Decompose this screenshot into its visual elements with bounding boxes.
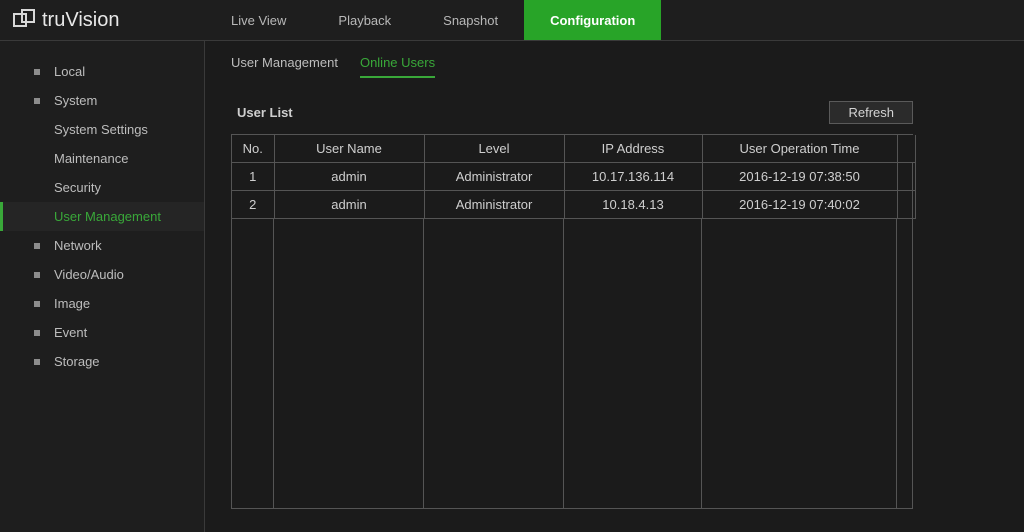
cell-no: 2 <box>232 191 274 219</box>
col-header-extra <box>897 135 915 163</box>
sidebar-item-network[interactable]: Network <box>0 231 204 260</box>
square-bullet-icon <box>34 359 40 365</box>
sidebar-item-system-settings[interactable]: System Settings <box>0 115 204 144</box>
subtab-user-management[interactable]: User Management <box>231 55 338 76</box>
sidebar-label: Storage <box>54 354 100 369</box>
tab-live-view[interactable]: Live View <box>205 0 312 40</box>
brand-logo: truVision <box>0 0 205 40</box>
tab-configuration[interactable]: Configuration <box>524 0 661 40</box>
square-bullet-icon <box>34 301 40 307</box>
cell-no: 1 <box>232 163 274 191</box>
table-row[interactable]: 1 admin Administrator 10.17.136.114 2016… <box>232 163 915 191</box>
refresh-button[interactable]: Refresh <box>829 101 913 124</box>
sidebar-label: System <box>54 93 97 108</box>
sidebar-item-system[interactable]: System <box>0 86 204 115</box>
cell-optime: 2016-12-19 07:40:02 <box>702 191 897 219</box>
col-header-optime: User Operation Time <box>702 135 897 163</box>
sidebar-item-event[interactable]: Event <box>0 318 204 347</box>
cell-username: admin <box>274 191 424 219</box>
cell-level: Administrator <box>424 191 564 219</box>
sidebar-item-security[interactable]: Security <box>0 173 204 202</box>
main-panel: User Management Online Users User List R… <box>205 41 1024 532</box>
col-header-no: No. <box>232 135 274 163</box>
square-bullet-icon <box>34 330 40 336</box>
top-nav: Live View Playback Snapshot Configuratio… <box>205 0 661 40</box>
col-header-ip: IP Address <box>564 135 702 163</box>
top-bar: truVision Live View Playback Snapshot Co… <box>0 0 1024 41</box>
square-bullet-icon <box>34 69 40 75</box>
sidebar-label: Event <box>54 325 87 340</box>
cell-ip: 10.17.136.114 <box>564 163 702 191</box>
sidebar: Local System System Settings Maintenance… <box>0 41 205 532</box>
subtab-online-users[interactable]: Online Users <box>360 55 435 78</box>
col-header-username: User Name <box>274 135 424 163</box>
cell-extra <box>897 191 915 219</box>
cell-extra <box>897 163 915 191</box>
sidebar-item-user-management[interactable]: User Management <box>0 202 204 231</box>
table-empty-space <box>232 219 912 508</box>
table-row[interactable]: 2 admin Administrator 10.18.4.13 2016-12… <box>232 191 915 219</box>
user-list-table: No. User Name Level IP Address User Oper… <box>231 134 913 509</box>
cell-optime: 2016-12-19 07:38:50 <box>702 163 897 191</box>
cell-username: admin <box>274 163 424 191</box>
sidebar-label: Image <box>54 296 90 311</box>
panel-title: User List <box>237 105 293 120</box>
brand-name: truVision <box>42 9 119 32</box>
sidebar-label: Local <box>54 64 85 79</box>
brand-icon <box>12 8 36 32</box>
tab-playback[interactable]: Playback <box>312 0 417 40</box>
sidebar-item-maintenance[interactable]: Maintenance <box>0 144 204 173</box>
tab-snapshot[interactable]: Snapshot <box>417 0 524 40</box>
sidebar-label: Video/Audio <box>54 267 124 282</box>
square-bullet-icon <box>34 98 40 104</box>
sub-tabs: User Management Online Users <box>231 55 998 79</box>
col-header-level: Level <box>424 135 564 163</box>
square-bullet-icon <box>34 243 40 249</box>
cell-level: Administrator <box>424 163 564 191</box>
sidebar-item-storage[interactable]: Storage <box>0 347 204 376</box>
square-bullet-icon <box>34 272 40 278</box>
cell-ip: 10.18.4.13 <box>564 191 702 219</box>
sidebar-item-video-audio[interactable]: Video/Audio <box>0 260 204 289</box>
sidebar-label: Network <box>54 238 102 253</box>
sidebar-item-local[interactable]: Local <box>0 57 204 86</box>
sidebar-item-image[interactable]: Image <box>0 289 204 318</box>
